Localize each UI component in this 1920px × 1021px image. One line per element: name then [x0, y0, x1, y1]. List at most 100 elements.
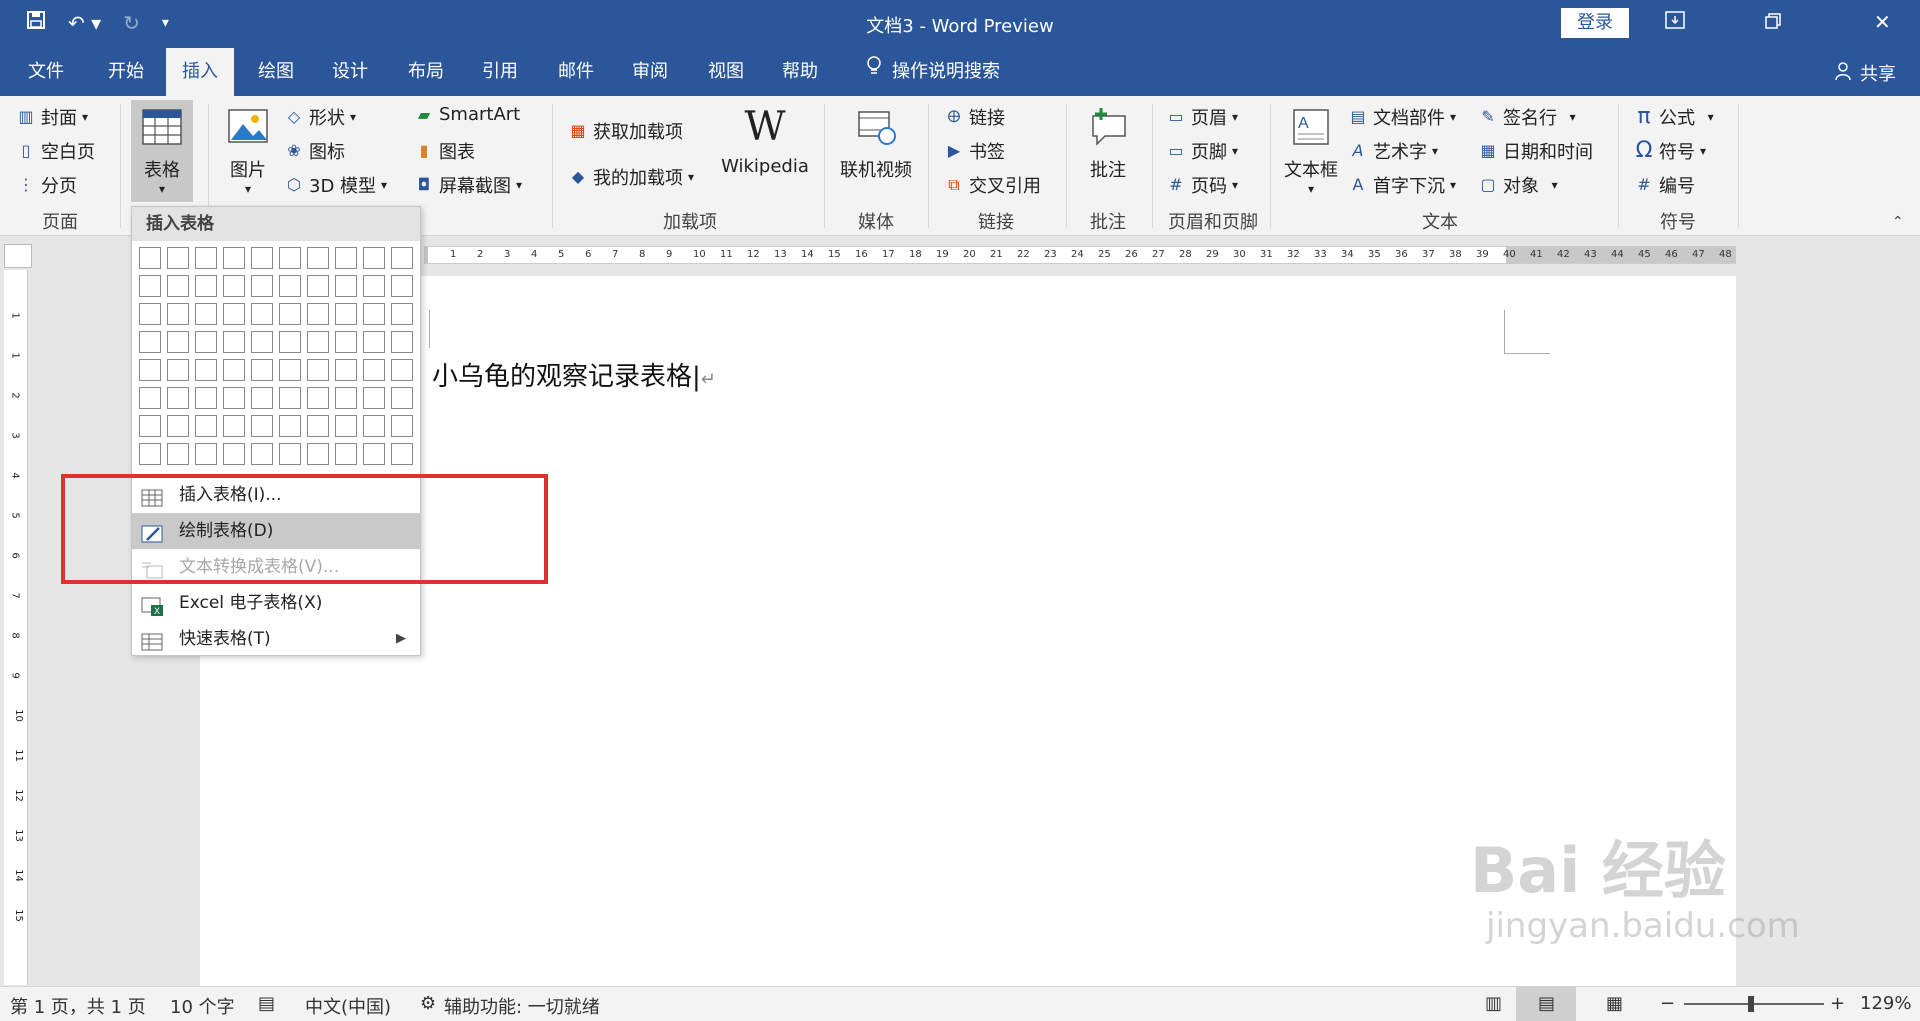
header-button[interactable]: ▭ 页眉 ▾ — [1166, 104, 1238, 130]
table-button[interactable]: 表格 ▾ — [131, 100, 193, 202]
table-grid-cell[interactable] — [139, 359, 161, 381]
wordart-button[interactable]: A 艺术字 ▾ — [1348, 138, 1439, 164]
collapse-ribbon-icon[interactable]: ⌃ — [1892, 214, 1904, 230]
tab-draw[interactable]: 绘图 — [242, 48, 310, 96]
vertical-ruler[interactable]: 1 1 2 3 4 5 6 7 8 9 10 11 12 13 14 15 — [4, 270, 28, 985]
screenshot-button[interactable]: ◘ 屏幕截图 ▾ — [414, 172, 522, 198]
login-button[interactable]: 登录 — [1561, 8, 1629, 38]
table-grid-cell[interactable] — [195, 247, 217, 269]
table-grid-cell[interactable] — [363, 443, 385, 465]
smartart-button[interactable]: ▰ SmartArt — [414, 104, 520, 125]
word-count[interactable]: 10 个字 — [170, 993, 235, 1019]
document-text[interactable]: 小乌龟的观察记录表格|↵ — [432, 356, 716, 393]
table-grid-cell[interactable] — [307, 387, 329, 409]
table-grid-cell[interactable] — [391, 387, 413, 409]
table-grid-cell[interactable] — [335, 443, 357, 465]
table-grid-cell[interactable] — [391, 443, 413, 465]
table-grid-cell[interactable] — [391, 275, 413, 297]
table-grid-cell[interactable] — [251, 359, 273, 381]
table-grid-cell[interactable] — [307, 331, 329, 353]
table-grid-cell[interactable] — [139, 443, 161, 465]
page-number-button[interactable]: # 页码 ▾ — [1166, 172, 1238, 198]
table-grid-cell[interactable] — [335, 359, 357, 381]
table-grid-cell[interactable] — [251, 331, 273, 353]
table-grid-cell[interactable] — [139, 415, 161, 437]
table-grid-cell[interactable] — [139, 331, 161, 353]
table-grid-cell[interactable] — [391, 303, 413, 325]
symbol-button[interactable]: Ω 符号 ▾ — [1634, 138, 1706, 164]
bookmark-button[interactable]: ▶ 书签 — [944, 138, 1005, 164]
tab-layout[interactable]: 布局 — [392, 48, 460, 96]
language-status[interactable]: 中文(中国) — [305, 993, 391, 1019]
menu-excel-spreadsheet[interactable]: X Excel 电子表格(X) — [132, 585, 420, 621]
print-layout-icon[interactable]: ▤ — [1516, 987, 1576, 1021]
table-grid-cell[interactable] — [167, 331, 189, 353]
footer-button[interactable]: ▭ 页脚 ▾ — [1166, 138, 1238, 164]
table-grid-cell[interactable] — [223, 331, 245, 353]
table-grid-cell[interactable] — [251, 415, 273, 437]
signature-line-button[interactable]: ✎ 签名行 ▾ — [1478, 104, 1575, 130]
zoom-level[interactable]: 129% — [1860, 993, 1911, 1014]
zoom-slider[interactable] — [1684, 996, 1824, 1012]
cross-reference-button[interactable]: ⧉ 交叉引用 — [944, 172, 1041, 198]
tell-me-search[interactable]: 操作说明搜索 — [850, 48, 1016, 96]
table-grid-cell[interactable] — [335, 303, 357, 325]
table-grid-cell[interactable] — [223, 359, 245, 381]
blank-page-button[interactable]: ▯ 空白页 — [16, 138, 95, 164]
date-time-button[interactable]: ▦ 日期和时间 — [1478, 138, 1593, 164]
wikipedia-button[interactable]: W Wikipedia — [718, 106, 812, 177]
table-grid-cell[interactable] — [195, 303, 217, 325]
tab-view[interactable]: 视图 — [692, 48, 760, 96]
table-grid-cell[interactable] — [167, 247, 189, 269]
table-grid-cell[interactable] — [363, 415, 385, 437]
table-grid-cell[interactable] — [279, 359, 301, 381]
table-grid-cell[interactable] — [307, 443, 329, 465]
table-grid-cell[interactable] — [139, 275, 161, 297]
table-grid-cell[interactable] — [223, 275, 245, 297]
table-grid-cell[interactable] — [335, 415, 357, 437]
tab-design[interactable]: 设计 — [316, 48, 384, 96]
table-grid-cell[interactable] — [363, 387, 385, 409]
number-button[interactable]: # 编号 — [1634, 172, 1695, 198]
table-grid-cell[interactable] — [223, 415, 245, 437]
table-grid-cell[interactable] — [307, 275, 329, 297]
table-size-grid[interactable] — [139, 247, 413, 465]
quick-parts-button[interactable]: ▤ 文档部件 ▾ — [1348, 104, 1456, 130]
proofing-icon[interactable]: ▤ — [258, 993, 275, 1014]
table-grid-cell[interactable] — [195, 275, 217, 297]
zoom-out-icon[interactable]: − — [1660, 993, 1675, 1014]
table-grid-cell[interactable] — [307, 303, 329, 325]
table-grid-cell[interactable] — [391, 415, 413, 437]
new-comment-button[interactable]: 批注 — [1080, 106, 1136, 182]
picture-button[interactable]: 图片 ▾ — [222, 106, 274, 196]
accessibility-status[interactable]: 辅助功能: 一切就绪 — [444, 993, 600, 1019]
web-layout-icon[interactable]: ▦ — [1606, 993, 1623, 1014]
drop-cap-button[interactable]: A 首字下沉 ▾ — [1348, 172, 1457, 198]
table-grid-cell[interactable] — [195, 387, 217, 409]
table-grid-cell[interactable] — [195, 443, 217, 465]
table-grid-cell[interactable] — [251, 443, 273, 465]
equation-button[interactable]: π 公式 ▾ — [1634, 104, 1713, 130]
3d-model-button[interactable]: ⬡ 3D 模型 ▾ — [284, 172, 387, 198]
table-grid-cell[interactable] — [223, 387, 245, 409]
table-grid-cell[interactable] — [279, 275, 301, 297]
table-grid-cell[interactable] — [363, 275, 385, 297]
table-grid-cell[interactable] — [167, 387, 189, 409]
tab-references[interactable]: 引用 — [466, 48, 534, 96]
menu-quick-tables[interactable]: 快速表格(T) ▶ — [132, 621, 420, 657]
table-grid-cell[interactable] — [251, 303, 273, 325]
tab-selector[interactable] — [4, 244, 32, 268]
table-grid-cell[interactable] — [279, 331, 301, 353]
tab-home[interactable]: 开始 — [92, 48, 160, 96]
table-grid-cell[interactable] — [335, 275, 357, 297]
shapes-button[interactable]: ◇ 形状 ▾ — [284, 104, 356, 130]
table-grid-cell[interactable] — [167, 443, 189, 465]
table-grid-cell[interactable] — [363, 247, 385, 269]
table-grid-cell[interactable] — [307, 359, 329, 381]
table-grid-cell[interactable] — [139, 303, 161, 325]
table-grid-cell[interactable] — [279, 303, 301, 325]
table-grid-cell[interactable] — [335, 247, 357, 269]
link-button[interactable]: 🜨 链接 — [944, 104, 1005, 130]
share-button[interactable]: 共享 — [1834, 60, 1896, 86]
table-grid-cell[interactable] — [391, 247, 413, 269]
